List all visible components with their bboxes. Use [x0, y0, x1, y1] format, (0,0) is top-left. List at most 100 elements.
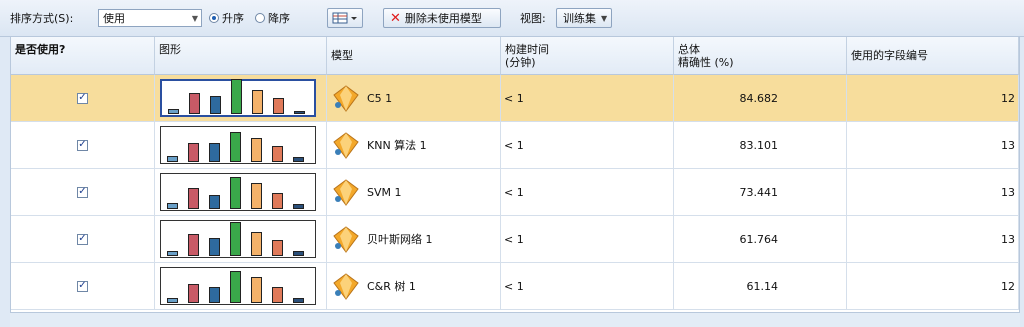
- col-header-model[interactable]: 模型: [327, 37, 501, 75]
- graph-bar: [251, 232, 262, 256]
- distribution-graph[interactable]: [160, 220, 316, 258]
- table-row[interactable]: ✓ 贝叶斯网络 1 < 1 61.764 13: [11, 216, 1019, 263]
- table-row[interactable]: ✓ C&R 树 1 < 1 61.14 12: [11, 263, 1019, 310]
- graph-bar: [209, 143, 220, 162]
- graph-bar: [251, 138, 262, 162]
- check-icon: ✓: [78, 139, 87, 150]
- col-header-accuracy[interactable]: 总体 精确性 (%): [674, 37, 847, 75]
- distribution-graph[interactable]: [160, 173, 316, 211]
- sort-value: 使用: [103, 12, 125, 25]
- graph-bar: [293, 204, 304, 209]
- view-value: 训练集: [563, 12, 596, 25]
- accuracy-cell: 73.441: [674, 169, 847, 215]
- accuracy-cell: 61.14: [674, 263, 847, 309]
- radio-unselected-icon: [255, 13, 265, 23]
- distribution-graph[interactable]: [160, 79, 316, 117]
- use-checkbox[interactable]: ✓: [77, 280, 88, 292]
- graph-bar: [167, 203, 178, 209]
- sort-asc-radio[interactable]: 升序: [209, 0, 244, 36]
- graph-bar: [272, 287, 283, 303]
- graph-bar: [167, 156, 178, 162]
- build-time-cell: < 1: [501, 169, 674, 215]
- table-row[interactable]: ✓ C5 1 < 1 84.682 12: [11, 75, 1019, 122]
- graph-bar: [230, 222, 241, 256]
- graph-bar: [251, 277, 262, 303]
- delete-unused-models-button[interactable]: ✕ 删除未使用模型: [383, 8, 501, 28]
- model-name: C&R 树 1: [367, 280, 416, 293]
- graph-bar: [188, 143, 199, 162]
- graph-bar: [272, 240, 283, 256]
- col-header-fields[interactable]: 使用的字段编号: [847, 37, 1019, 75]
- build-time-line1: 构建时间: [505, 43, 549, 56]
- use-cell: ✓: [11, 216, 155, 262]
- use-checkbox[interactable]: ✓: [77, 233, 88, 245]
- model-cell: C5 1: [327, 75, 501, 121]
- view-dropdown[interactable]: 训练集 ▼: [556, 8, 612, 28]
- col-header-graph[interactable]: 图形: [155, 37, 327, 75]
- use-cell: ✓: [11, 75, 155, 121]
- use-checkbox[interactable]: ✓: [77, 186, 88, 198]
- model-nugget-icon[interactable]: [331, 271, 361, 301]
- use-checkbox[interactable]: ✓: [77, 139, 88, 151]
- model-nugget-icon[interactable]: [331, 224, 361, 254]
- graph-cell: [155, 75, 327, 121]
- model-name: KNN 算法 1: [367, 139, 427, 152]
- distribution-graph[interactable]: [160, 126, 316, 164]
- model-nugget-icon[interactable]: [331, 130, 361, 160]
- graph-bar: [188, 284, 199, 303]
- use-cell: ✓: [11, 169, 155, 215]
- fields-cell: 12: [847, 75, 1019, 121]
- graph-bar: [210, 96, 221, 114]
- graph-bar: [272, 146, 283, 162]
- graph-cell: [155, 263, 327, 309]
- col-header-build-time[interactable]: 构建时间 (分钟): [501, 37, 674, 75]
- table-view-icon: [332, 12, 357, 24]
- accuracy-line2: 精确性 (%): [678, 56, 734, 69]
- model-cell: C&R 树 1: [327, 263, 501, 309]
- graph-bar: [294, 111, 305, 114]
- table-footer: [10, 313, 1020, 327]
- graph-bar: [251, 183, 262, 209]
- sort-label: 排序方式(S):: [10, 12, 74, 25]
- build-time-cell: < 1: [501, 122, 674, 168]
- use-checkbox[interactable]: ✓: [77, 92, 88, 104]
- model-cell: 贝叶斯网络 1: [327, 216, 501, 262]
- fields-cell: 13: [847, 169, 1019, 215]
- accuracy-cell: 83.101: [674, 122, 847, 168]
- build-time-cell: < 1: [501, 263, 674, 309]
- chevron-down-icon: ▼: [191, 13, 198, 23]
- fields-cell: 13: [847, 216, 1019, 262]
- graph-bar: [189, 93, 200, 114]
- fields-cell: 12: [847, 263, 1019, 309]
- graph-cell: [155, 169, 327, 215]
- sort-dropdown[interactable]: 使用 ▼: [98, 9, 202, 27]
- accuracy-line1: 总体: [678, 43, 700, 56]
- graph-cell: [155, 216, 327, 262]
- model-name: C5 1: [367, 91, 393, 105]
- graph-bar: [209, 195, 220, 209]
- model-cell: KNN 算法 1: [327, 122, 501, 168]
- graph-bar: [293, 157, 304, 162]
- build-time-cell: < 1: [501, 75, 674, 121]
- check-icon: ✓: [78, 233, 87, 244]
- table-row[interactable]: ✓ KNN 算法 1 < 1 83.101 13: [11, 122, 1019, 169]
- graph-bar: [167, 298, 178, 303]
- graph-bar: [272, 193, 283, 209]
- graph-bar: [188, 234, 199, 256]
- sort-desc-radio[interactable]: 降序: [255, 0, 290, 36]
- view-toggle-button[interactable]: [327, 8, 363, 28]
- table-row[interactable]: ✓ SVM 1 < 1 73.441 13: [11, 169, 1019, 216]
- graph-bar: [293, 251, 304, 256]
- model-nugget-icon[interactable]: [331, 177, 361, 207]
- graph-bar: [230, 177, 241, 209]
- col-header-use[interactable]: 是否使用?: [11, 37, 155, 75]
- desc-label: 降序: [268, 12, 290, 25]
- chevron-down-icon: ▼: [601, 13, 608, 23]
- delete-button-label: 删除未使用模型: [404, 12, 482, 25]
- graph-bar: [252, 90, 263, 114]
- model-nugget-icon[interactable]: [331, 83, 361, 113]
- distribution-graph[interactable]: [160, 267, 316, 305]
- view-label: 视图:: [520, 12, 546, 25]
- fields-cell: 13: [847, 122, 1019, 168]
- use-cell: ✓: [11, 122, 155, 168]
